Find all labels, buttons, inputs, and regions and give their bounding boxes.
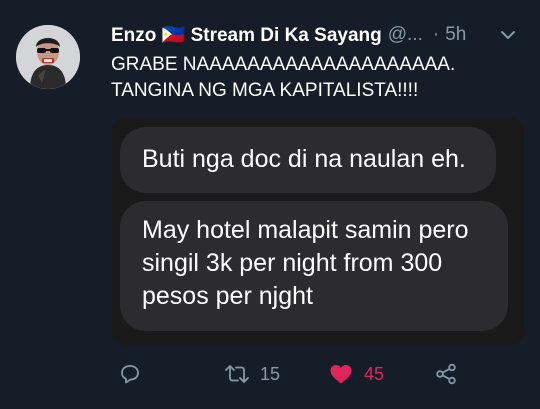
tweet-text-line: GRABE NAAAAAAAAAAAAAAAAAAAA. [111, 54, 456, 75]
tweet-text-line: TANGINA NG MGA KAPITALISTA!!!! [111, 80, 419, 101]
message-text-line: pesos per njght [142, 282, 313, 310]
tweet-text: GRABE NAAAAAAAAAAAAAAAAAAAA. TANGINA NG … [111, 52, 531, 104]
reply-button[interactable] [118, 362, 142, 386]
message-text-line: May hotel malapit samin pero [142, 216, 469, 244]
like-button[interactable]: 45 [328, 362, 384, 386]
message-text: Buti nga doc di na naulan eh. [142, 145, 466, 173]
tweet-timestamp[interactable]: 5h [445, 24, 466, 46]
reply-icon [121, 365, 139, 384]
share-button[interactable] [434, 362, 458, 386]
retweet-count: 15 [260, 363, 281, 384]
chevron-down-icon[interactable] [498, 25, 518, 45]
retweet-icon [225, 365, 249, 383]
avatar[interactable] [16, 25, 80, 89]
message-bubble: May hotel malapit samin pero singil 3k p… [120, 201, 508, 331]
tweet-header: Enzo 🇵🇭 Stream Di Ka Sayang @... · 5h [111, 22, 528, 48]
author-handle[interactable]: @... [388, 24, 423, 46]
separator-dot: · [432, 24, 440, 45]
share-icon [436, 363, 456, 385]
message-bubble: Buti nga doc di na naulan eh. [120, 127, 496, 193]
avatar-image [16, 25, 80, 89]
tweet-card[interactable]: Enzo 🇵🇭 Stream Di Ka Sayang @... · 5h GR… [0, 0, 540, 409]
tweet-actions: 15 45 [0, 358, 540, 394]
attached-screenshot[interactable]: Buti nga doc di na naulan eh. May hotel … [112, 117, 524, 345]
heart-icon [330, 365, 352, 384]
like-count: 45 [364, 363, 385, 384]
message-text-line: singil 3k per night from 300 [142, 249, 443, 277]
author-name[interactable]: Enzo 🇵🇭 Stream Di Ka Sayang [111, 23, 382, 47]
retweet-button[interactable]: 15 [224, 362, 280, 386]
